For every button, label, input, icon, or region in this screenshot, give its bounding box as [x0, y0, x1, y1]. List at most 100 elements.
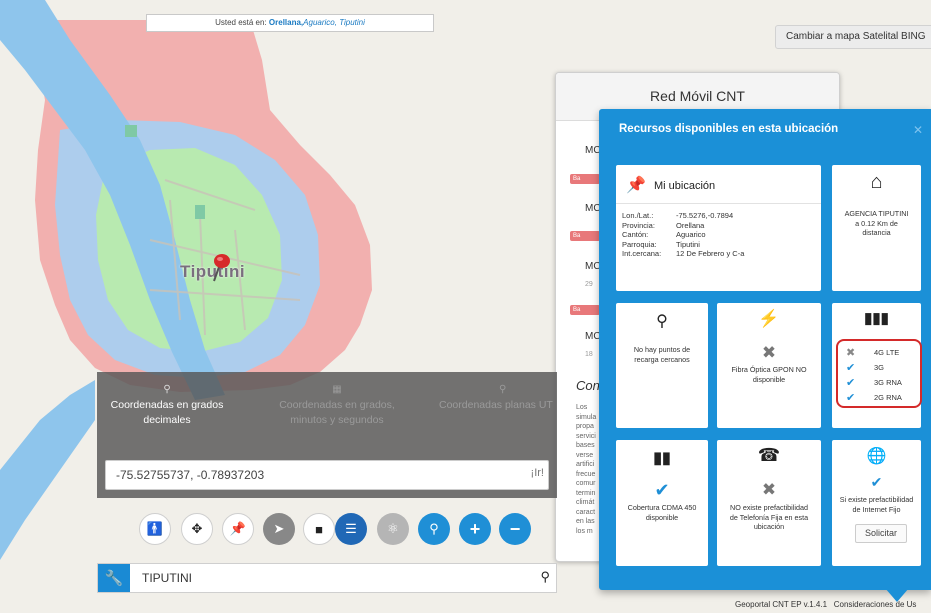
list-button[interactable]: ☰: [335, 513, 367, 545]
eraser-icon: ⚛: [387, 521, 399, 536]
breadcrumb-parish[interactable]: Tiputini: [339, 18, 365, 27]
zoom-out-button[interactable]: −: [499, 513, 531, 545]
agency-line: a 0.12 Km de: [855, 218, 898, 228]
internet-card: 🌐 ✔ Si existe prefactibilidad de Interne…: [832, 440, 921, 566]
phone-icon: ☎: [757, 445, 781, 465]
cdma-card: ▮▮ ✔ Cobertura CDMA 450 disponible: [616, 440, 708, 566]
breadcrumb-canton[interactable]: Aguarico,: [303, 18, 337, 27]
landline-card: ☎ ✖ NO existe prefactibilidad de Telefon…: [717, 440, 821, 566]
tab-label: Coordenadas en grados decimales: [110, 399, 224, 426]
recharge-line: No hay puntos de: [633, 345, 691, 354]
breadcrumb-province[interactable]: Orellana,: [269, 18, 303, 27]
landline-line: de Telefonía Fija en esta: [729, 512, 809, 522]
location-value: 12 De Febrero y C-a: [676, 249, 745, 258]
location-row: Int.cercana: 12 De Febrero y C-a: [622, 249, 744, 259]
landline-line: ubicación: [753, 522, 785, 531]
agency-text: AGENCIA TIPUTINI a 0.12 Km de distancia: [836, 209, 917, 238]
location-value: Orellana: [676, 220, 705, 230]
red-movil-tag: Ba: [570, 305, 600, 315]
red-movil-tag: Ba: [570, 231, 600, 241]
location-title: Mi ubicación: [654, 180, 716, 192]
plus-icon: +: [469, 518, 481, 539]
location-row: Provincia: Orellana: [622, 221, 744, 231]
cross-icon: ✖: [761, 480, 777, 499]
resources-title: Recursos disponibles en esta ubicación: [619, 123, 839, 135]
move-button[interactable]: ✥: [181, 513, 213, 545]
breadcrumb-prefix: Usted está en:: [215, 18, 267, 27]
landline-text: NO existe prefactibilidad de Telefonía F…: [721, 503, 817, 532]
section-line: los m: [576, 527, 593, 535]
location-pin-icon: ⚲: [499, 384, 507, 395]
location-pin-icon: ⚲: [656, 313, 668, 330]
go-button[interactable]: ¡Ir!: [531, 467, 544, 479]
fiber-text: Fibra Óptica GPON NO disponible: [721, 365, 817, 384]
satellite-map-button[interactable]: Cambiar a mapa Satelital BING: [775, 25, 931, 49]
location-key: Parroquia:: [622, 239, 657, 249]
pin-icon: 📌: [229, 521, 247, 536]
fiber-line: Fibra Óptica GPON NO: [731, 365, 807, 374]
search-bar: 🔧 ⚲: [97, 563, 557, 593]
section-line: propa: [576, 423, 594, 430]
recharge-line: recarga cercanos: [634, 354, 690, 364]
landline-line: NO existe prefactibilidad: [730, 503, 808, 512]
divider: [616, 203, 821, 204]
cdma-text: Cobertura CDMA 450 disponible: [620, 503, 704, 522]
location-value: Tiputini: [676, 239, 700, 249]
agency-card[interactable]: ⌂ AGENCIA TIPUTINI a 0.12 Km de distanci…: [832, 165, 921, 291]
pin-button[interactable]: 📌: [222, 513, 254, 545]
tab-dms[interactable]: ▦ Coordenadas en grados, minutos y segun…: [262, 372, 412, 442]
section-line: termin: [576, 489, 596, 497]
location-details: Lon./Lat.: -75.5276,-0.7894 Provincia: Ore…: [622, 211, 744, 259]
section-line: climát: [576, 499, 595, 506]
internet-line: Si existe prefactibilidad: [839, 495, 914, 504]
red-movil-tag: Ba: [570, 174, 600, 184]
search-input[interactable]: [142, 564, 522, 592]
location-row: Parroquia: Tiputini: [622, 240, 744, 250]
red-movil-sub: 18: [585, 351, 593, 358]
minus-icon: −: [509, 518, 521, 539]
coordinate-input[interactable]: [106, 461, 526, 489]
location-pin-icon: ⚲: [163, 384, 171, 395]
navigate-button[interactable]: ➤: [263, 513, 295, 545]
location-card: 📌 Mi ubicación Lon./Lat.: -75.5276,-0.789…: [616, 165, 821, 291]
zoom-in-button[interactable]: +: [459, 513, 491, 545]
signal-icon: ▮▮▮: [864, 310, 889, 327]
location-row: Lon./Lat.: -75.5276,-0.7894: [622, 211, 744, 221]
map-marker-icon[interactable]: [206, 251, 232, 283]
section-line: comur: [576, 480, 596, 487]
popup-arrow: [885, 588, 909, 602]
search-icon[interactable]: ⚲: [540, 569, 550, 585]
list-icon: ☰: [345, 521, 357, 536]
breadcrumb: Usted está en: Orellana,Aguarico, Tiputi…: [146, 14, 434, 32]
eraser-button[interactable]: ⚛: [377, 513, 409, 545]
check-icon: ✔: [870, 474, 883, 490]
internet-text: Si existe prefactibilidad de Internet Fi…: [836, 495, 917, 514]
location-key: Lon./Lat.:: [622, 211, 654, 220]
cross-icon: ✖: [761, 343, 777, 362]
bar-chart-icon: ▮▮: [653, 450, 671, 467]
comment-button[interactable]: ■: [303, 513, 335, 545]
tab-utm[interactable]: ⚲ Coordenadas planas UT: [427, 372, 557, 442]
section-line: en las: [576, 518, 595, 525]
home-icon: ⌂: [870, 171, 883, 193]
section-line: caract: [576, 508, 596, 516]
tab-decimal-degrees[interactable]: ⚲ Coordenadas en grados decimales: [97, 372, 237, 442]
zoom-icon: ⚲: [429, 521, 439, 536]
street-view-button[interactable]: 🚹: [139, 513, 171, 545]
location-value: Aguarico: [676, 230, 706, 239]
location-key: Provincia:: [622, 220, 655, 230]
fiber-card: ⚡ ✖ Fibra Óptica GPON NO disponible: [717, 303, 821, 428]
globe-icon: 🌐: [866, 448, 887, 465]
close-icon[interactable]: ✕: [913, 123, 923, 137]
check-icon: ✔: [654, 480, 670, 500]
red-movil-section-text: Los simula propa servici bases verse art…: [576, 403, 601, 536]
wrench-icon[interactable]: 🔧: [98, 564, 130, 592]
location-key: Cantón:: [622, 230, 649, 239]
internet-line: de Internet Fijo: [852, 504, 901, 514]
section-line: verse: [576, 451, 594, 459]
pin-icon: 📌: [626, 177, 646, 194]
grid-icon: ▦: [332, 384, 342, 395]
coordinates-panel: ⚲ Coordenadas en grados decimales ▦ Coor…: [97, 372, 557, 498]
zoom-button[interactable]: ⚲: [418, 513, 450, 545]
request-button[interactable]: Solicitar: [855, 524, 907, 543]
